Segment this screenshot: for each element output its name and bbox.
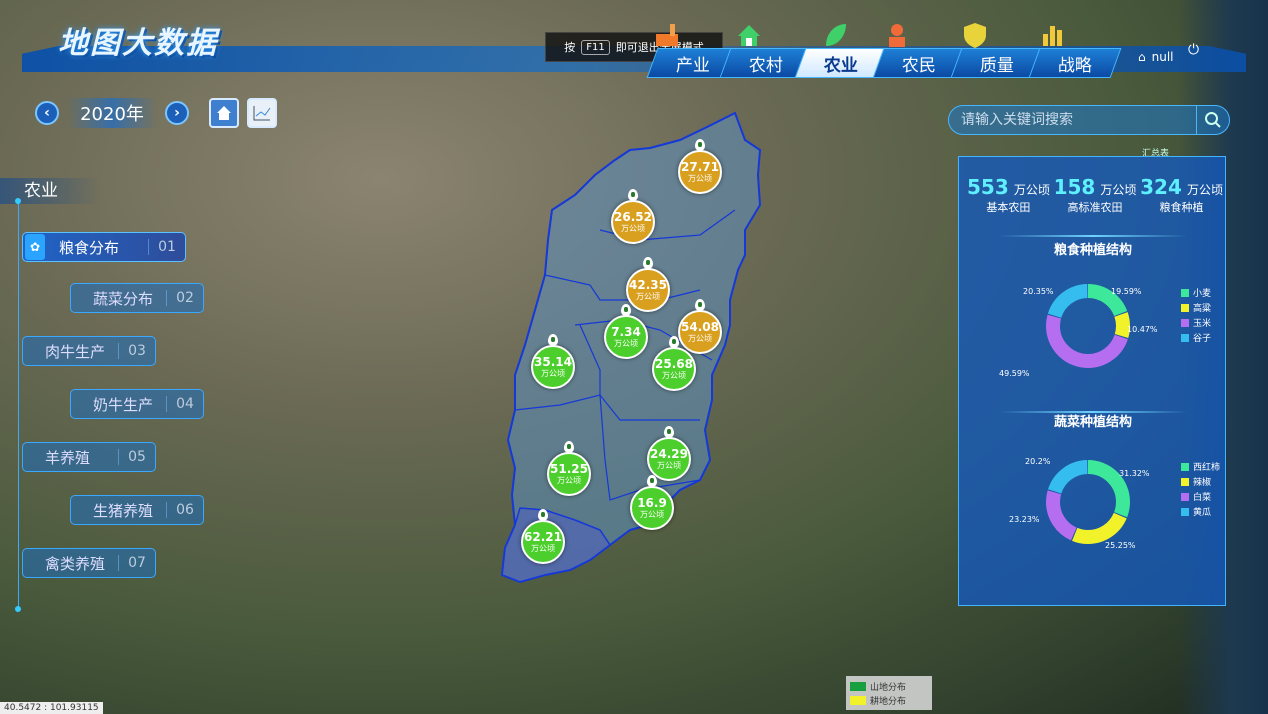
map-bubble[interactable]: 16.9 万公顷 <box>630 475 674 530</box>
farmer-icon <box>889 24 905 47</box>
prev-year-button[interactable]: ‹ <box>35 101 59 125</box>
grain-structure-title: 粮食种植结构 <box>1053 243 1132 258</box>
veg-legend: 西红柿 辣椒 白菜 黄瓜 <box>1181 459 1220 519</box>
search-icon <box>1205 112 1221 128</box>
map-bubble[interactable]: 26.52 万公顷 <box>611 189 655 244</box>
map-bubble[interactable]: 54.08 万公顷 <box>678 299 722 354</box>
map-bubble[interactable]: 7.34 万公顷 <box>604 304 648 359</box>
shield-icon <box>964 23 986 48</box>
sidebar-item-poultry[interactable]: 禽类养殖 07 <box>22 548 156 578</box>
map-bubble[interactable]: 35.14 万公顷 <box>531 334 575 389</box>
tab-strategy[interactable]: 战略 <box>1028 48 1122 78</box>
year-label: 2020年 <box>67 98 157 128</box>
stat-standard-farmland: 158 万公顷 高标准农田 <box>1053 175 1137 214</box>
pin-icon <box>664 426 674 438</box>
map-bubble[interactable]: 51.25 万公顷 <box>547 441 591 496</box>
sidebar-dot <box>15 198 21 204</box>
sidebar-item-label: 粮食分布 <box>59 238 120 257</box>
map-bubble[interactable]: 25.68 万公顷 <box>652 336 696 391</box>
pin-icon <box>548 334 558 346</box>
main-nav: 产业 农村 农业 农民 质量 战略 <box>646 20 1122 84</box>
sidebar-item-label: 奶牛生产 <box>93 395 154 414</box>
stat-grain-planting: 324 万公顷 粮食种植 <box>1140 175 1223 214</box>
veg-structure-title: 蔬菜种植结构 <box>1053 415 1132 430</box>
chart-view-button[interactable] <box>247 98 277 128</box>
coordinate-readout: 40.5472 : 101.93115 <box>0 702 103 714</box>
map-bubble[interactable]: 27.71 万公顷 <box>678 139 722 194</box>
search-bar <box>948 105 1230 135</box>
legend-label: 山地分布 <box>870 682 907 693</box>
home-view-button[interactable] <box>209 98 239 128</box>
leaf-icon <box>826 24 846 46</box>
home-icon <box>217 106 231 120</box>
sidebar-item-num: 07 <box>118 555 155 571</box>
pin-icon <box>695 299 705 311</box>
pin-icon <box>621 304 631 316</box>
search-button[interactable] <box>1196 106 1229 134</box>
veg-pct-pepper: 25.25% <box>1105 541 1136 550</box>
grain-legend: 小麦 高粱 玉米 谷子 <box>1181 285 1211 345</box>
veg-pct-cabbage: 23.23% <box>1009 515 1040 524</box>
sidebar-line <box>18 200 19 610</box>
grain-pct-wheat: 19.59% <box>1111 287 1142 296</box>
sidebar-item-sheep[interactable]: 羊养殖 05 <box>22 442 156 472</box>
sidebar-item-label: 蔬菜分布 <box>93 289 154 308</box>
sidebar-dot <box>15 606 21 612</box>
veg-pct-tomato: 31.32% <box>1119 469 1150 478</box>
sidebar-item-num: 06 <box>166 502 203 518</box>
legend-label: 耕地分布 <box>870 696 907 707</box>
pin-icon <box>538 509 548 521</box>
sidebar-item-label: 羊养殖 <box>45 448 91 467</box>
pin-icon <box>669 336 679 348</box>
map-bubble[interactable]: 42.35 万公顷 <box>626 257 670 312</box>
summary-panel: 553 万公顷 基本农田 158 万公顷 高标准农田 324 万公顷 粮食种植 … <box>958 156 1226 606</box>
sidebar-item-grain[interactable]: ✿ 粮食分布 01 <box>22 232 186 262</box>
sidebar-item-label: 肉牛生产 <box>45 342 106 361</box>
map-legend: 山地分布 耕地分布 <box>846 676 932 710</box>
pin-icon <box>628 189 638 201</box>
user-name: null <box>1151 50 1174 64</box>
home-icon: ⌂ <box>1138 50 1146 64</box>
pin-icon <box>647 475 657 487</box>
wheat-icon: ✿ <box>25 234 45 260</box>
year-selector: ‹ 2020年 › <box>35 98 277 128</box>
stat-basic-farmland: 553 万公顷 基本农田 <box>967 175 1050 214</box>
sidebar-item-dairy[interactable]: 奶牛生产 04 <box>70 389 204 419</box>
grain-pct-millet: 20.35% <box>1023 287 1054 296</box>
sidebar-item-beef[interactable]: 肉牛生产 03 <box>22 336 156 366</box>
power-icon[interactable]: ⏻ <box>1188 42 1199 58</box>
map-bubble[interactable]: 62.21 万公顷 <box>521 509 565 564</box>
stats-row: 553 万公顷 基本农田 158 万公顷 高标准农田 324 万公顷 粮食种植 <box>967 175 1223 215</box>
sidebar-item-vegetable[interactable]: 蔬菜分布 02 <box>70 283 204 313</box>
sidebar-item-num: 03 <box>118 343 155 359</box>
sidebar-item-label: 禽类养殖 <box>45 554 106 573</box>
line-chart-icon <box>253 106 271 121</box>
grain-pct-corn: 49.59% <box>999 369 1030 378</box>
f11-key: F11 <box>581 39 610 55</box>
divider <box>999 235 1187 237</box>
sidebar-item-num: 05 <box>118 449 155 465</box>
sidebar-item-num: 01 <box>148 239 185 255</box>
pin-icon <box>695 139 705 151</box>
sidebar-item-pig[interactable]: 生猪养殖 06 <box>70 495 204 525</box>
fullscreen-tip-prefix: 按 <box>564 41 576 54</box>
sidebar-item-num: 04 <box>166 396 203 412</box>
veg-pct-cucumber: 20.2% <box>1025 457 1051 466</box>
factory-icon <box>656 24 678 46</box>
legend-swatch <box>850 681 866 691</box>
search-input[interactable] <box>949 111 1196 129</box>
bar-chart-icon <box>1043 26 1062 46</box>
legend-swatch <box>850 695 866 705</box>
next-year-button[interactable]: › <box>165 101 189 125</box>
pin-icon <box>643 257 653 269</box>
grain-pct-sorghum: 10.47% <box>1127 325 1158 334</box>
house-icon <box>738 25 760 46</box>
sidebar-item-label: 生猪养殖 <box>93 501 154 520</box>
sidebar-item-num: 02 <box>166 290 203 306</box>
app-logo: 地图大数据 <box>58 26 218 61</box>
pin-icon <box>564 441 574 453</box>
